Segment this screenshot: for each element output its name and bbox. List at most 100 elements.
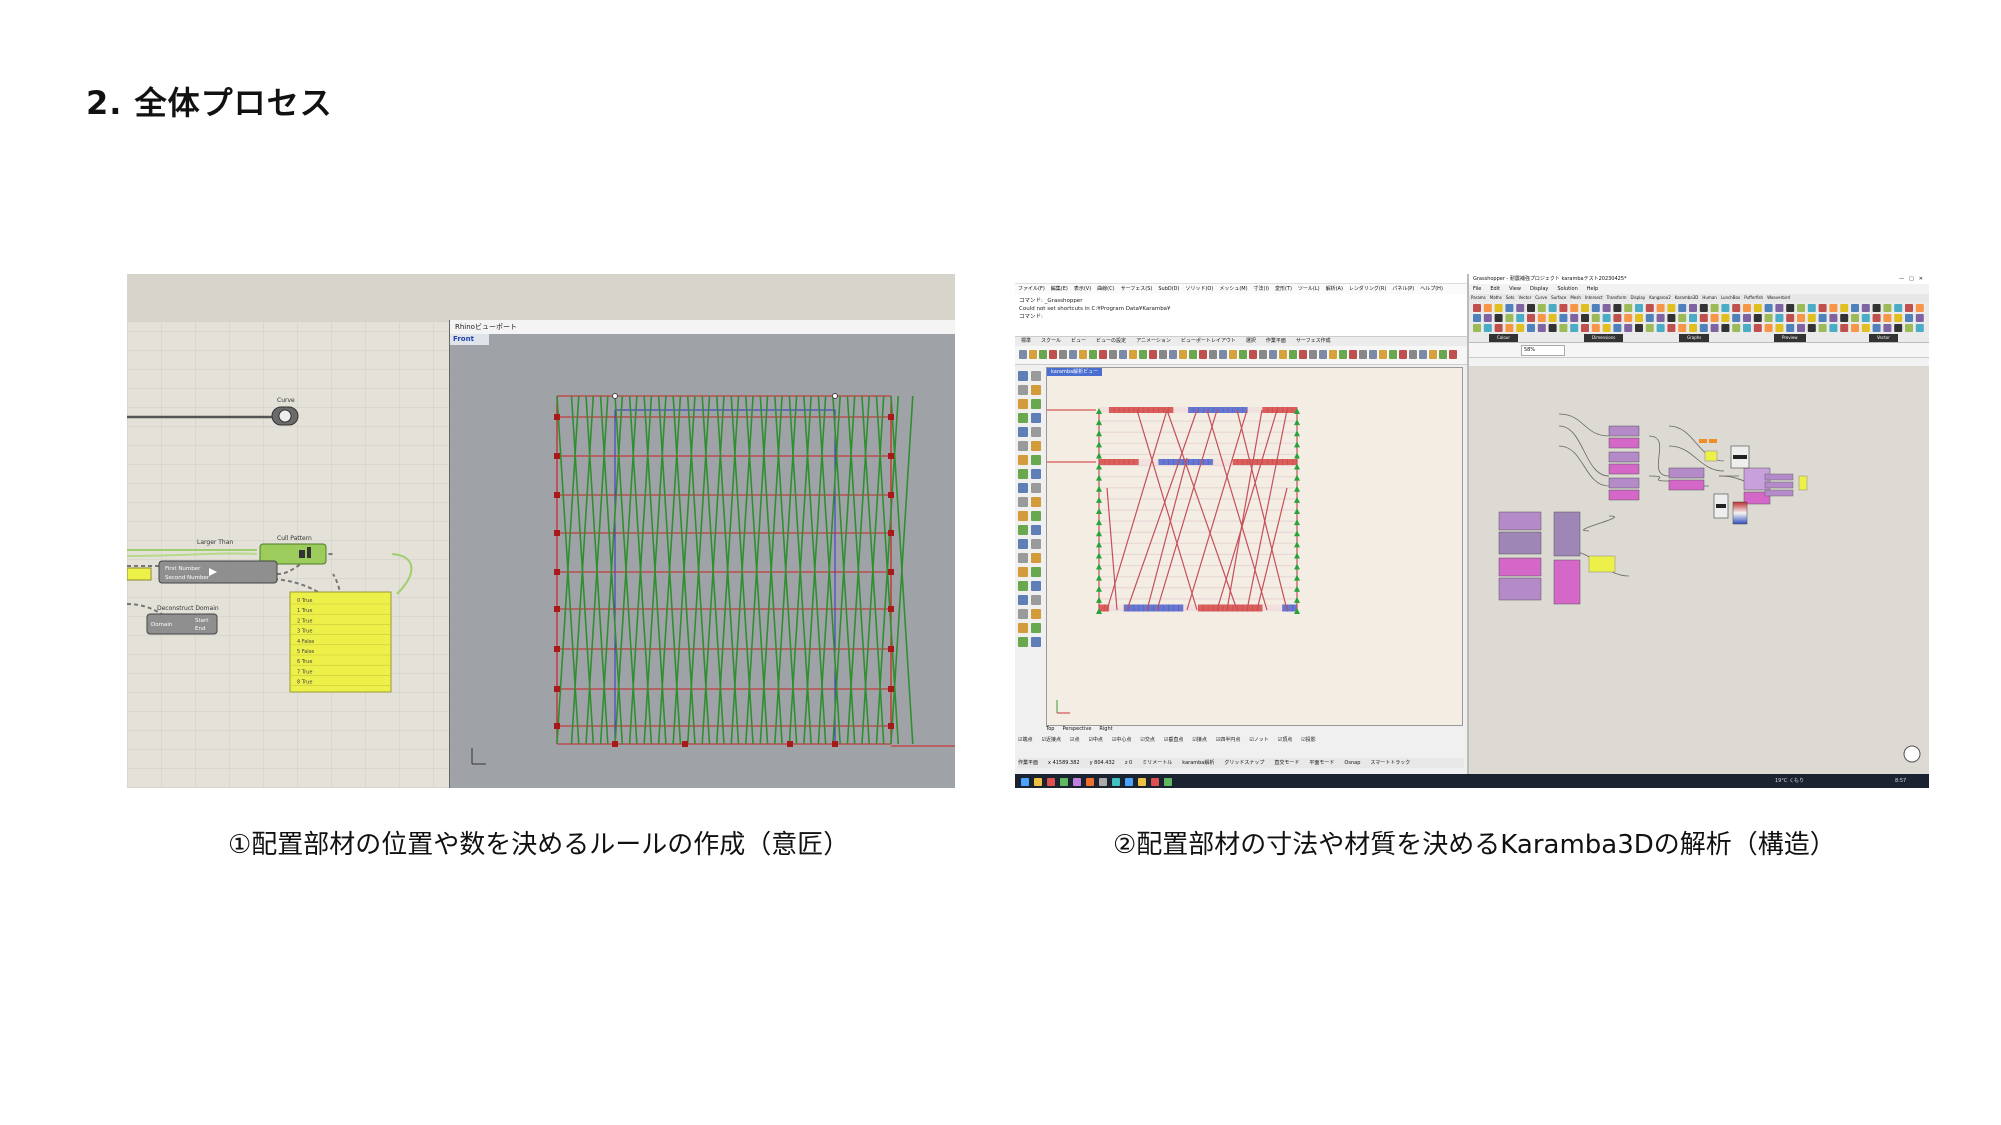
rhino-menu-item[interactable]: 編集(E) — [1051, 286, 1068, 292]
support-marker — [1294, 552, 1300, 559]
tool-icon — [1018, 385, 1028, 395]
gh-tab[interactable]: Params — [1471, 295, 1486, 300]
osnap-checkbox[interactable]: ☑近接点 — [1041, 737, 1060, 743]
rhino-toolbar-tab[interactable]: 選択 — [1246, 338, 1256, 344]
gh-component-icon — [1818, 324, 1827, 332]
gh-tab[interactable]: Mesh — [1570, 295, 1581, 300]
rhino-toolbar-tab[interactable]: ビューの設定 — [1096, 338, 1126, 344]
rhino-menu-item[interactable]: 解析(A) — [1326, 286, 1343, 292]
status-item[interactable]: 作業平面 — [1018, 760, 1038, 766]
osnap-checkbox[interactable]: ☑中点 — [1088, 737, 1102, 743]
gh-tab[interactable]: LunchBox — [1721, 295, 1740, 300]
gh-tab[interactable]: Display — [1630, 295, 1645, 300]
rhino-menu-item[interactable]: 表示(V) — [1074, 286, 1091, 292]
rhino-menu-item[interactable]: ソリッド(O) — [1185, 286, 1213, 292]
osnap-checkbox[interactable]: ☑投影 — [1301, 737, 1315, 743]
osnap-checkbox[interactable]: ☑四半円点 — [1216, 737, 1240, 743]
support-marker — [1096, 574, 1102, 581]
gh-component-ribbon: Colour Dimensions Graphs Preview Vector — [1469, 302, 1929, 343]
gh-component-icon — [1635, 314, 1643, 322]
gh-tab[interactable]: Pufferfish — [1744, 295, 1763, 300]
gh-tab[interactable]: Maths — [1490, 295, 1502, 300]
toolbar-icon — [1089, 350, 1097, 359]
gh-menu-item[interactable]: Solution — [1557, 286, 1577, 292]
gh-tab[interactable]: Kangaroo2 — [1649, 295, 1671, 300]
gh-tab[interactable]: Karamba3D — [1675, 295, 1699, 300]
viewport-tab[interactable]: Top — [1046, 726, 1054, 732]
rhino-menu-item[interactable]: レンダリング(R) — [1349, 286, 1386, 292]
gh-ribbon-group: Colour — [1489, 334, 1518, 342]
rhino-toolbar-tab[interactable]: スクール — [1041, 338, 1061, 344]
osnap-checkbox[interactable]: ☑頂点 — [1278, 737, 1292, 743]
status-item[interactable]: z 0 — [1125, 760, 1132, 766]
osnap-checkbox[interactable]: ☑点 — [1070, 737, 1079, 743]
osnap-checkbox[interactable]: ☑接点 — [1192, 737, 1206, 743]
gh-component-icon — [1905, 324, 1913, 332]
gh-component — [1498, 531, 1542, 555]
rhino-menu-item[interactable]: パネル(P) — [1392, 286, 1414, 292]
deconstruct-domain-node[interactable]: Deconstruct Domain Domain Start End — [146, 605, 219, 635]
osnap-checkbox[interactable]: ☑端点 — [1018, 737, 1032, 743]
gh-tab[interactable]: Intersect — [1585, 295, 1603, 300]
rhino-toolbar-tab[interactable]: ビュー — [1071, 338, 1086, 344]
gh-tab[interactable]: Curve — [1535, 295, 1547, 300]
status-item[interactable]: ミリメートル — [1142, 760, 1172, 766]
rhino-toolbar-tab[interactable]: サーフェス作成 — [1296, 338, 1331, 344]
viewport-tab[interactable]: Right — [1099, 726, 1112, 732]
output-panel[interactable]: 0 True 1 True 2 True 3 True 4 False 5 False 6 … — [289, 591, 392, 693]
tool-icon — [1018, 609, 1028, 619]
gh-component-icon — [1678, 324, 1687, 332]
gh-tab[interactable]: Transform — [1607, 295, 1627, 300]
gh-menu-item[interactable]: File — [1473, 286, 1481, 292]
rhino-menu-item[interactable]: 寸法(I) — [1254, 286, 1269, 292]
rhino-toolbar-tab[interactable]: 作業平面 — [1266, 338, 1286, 344]
gh-canvas[interactable] — [1469, 366, 1929, 774]
status-item[interactable]: y 804.432 — [1090, 760, 1115, 766]
status-item[interactable]: karamba解析 — [1182, 760, 1214, 766]
rhino-toolbar-tab[interactable]: アニメーション — [1136, 338, 1171, 344]
gh-menu-item[interactable]: Help — [1587, 286, 1598, 292]
viewport-tab[interactable]: Perspective — [1062, 726, 1091, 732]
rhino-menu-item[interactable]: メッシュ(M) — [1219, 286, 1247, 292]
gh-tab[interactable]: Vector — [1519, 295, 1532, 300]
rhino-menu-item[interactable]: ファイル(F) — [1018, 286, 1045, 292]
rhino-menu-item[interactable]: ツール(L) — [1298, 286, 1320, 292]
gh-menu-item[interactable]: Edit — [1490, 286, 1500, 292]
rhino-menu-item[interactable]: 変形(T) — [1275, 286, 1292, 292]
rhino-menu-item[interactable]: SubD(D) — [1158, 286, 1179, 292]
gh-tab[interactable]: Human — [1702, 295, 1716, 300]
taskbar-app-icon — [1112, 778, 1120, 786]
viewport-titlebar: Rhinoビューポート — [450, 320, 955, 334]
status-item[interactable]: スマートトラック — [1370, 760, 1410, 766]
rhino-menu-item[interactable]: 曲線(C) — [1097, 286, 1114, 292]
stress-segment — [1267, 604, 1273, 612]
status-item[interactable]: x 41589.382 — [1048, 760, 1080, 766]
gh-window-controls[interactable]: — □ ✕ — [1899, 274, 1923, 284]
status-item[interactable]: Osnap — [1344, 760, 1360, 766]
status-item[interactable]: 平面モード — [1309, 760, 1334, 766]
rhino-toolbar-tab[interactable]: 標準 — [1021, 338, 1031, 344]
gh-tab[interactable]: Surface — [1551, 295, 1566, 300]
status-item[interactable]: グリッドスナップ — [1224, 760, 1264, 766]
rhino-menu-item[interactable]: ヘルプ(H) — [1420, 286, 1443, 292]
gh-menu-item[interactable]: Display — [1530, 286, 1548, 292]
gh-tab[interactable]: Weaverbird — [1767, 295, 1790, 300]
status-item[interactable]: 直交モード — [1274, 760, 1299, 766]
number-param[interactable] — [127, 567, 152, 581]
toolbar-icon — [1319, 350, 1327, 359]
osnap-checkbox[interactable]: ☑垂直点 — [1164, 737, 1183, 743]
gh-component-icon — [1645, 314, 1654, 322]
osnap-checkbox[interactable]: ☑ノット — [1249, 737, 1268, 743]
gh-component-icon — [1613, 314, 1622, 322]
rhino-toolbar-tab[interactable]: ビューポートレイアウト — [1181, 338, 1236, 344]
gh-component-icon — [1527, 314, 1535, 322]
gh-zoom-field[interactable]: 58% — [1521, 345, 1565, 356]
rhino-viewport-window[interactable]: Rhinoビューポート Front — [449, 320, 955, 788]
osnap-checkbox[interactable]: ☑中心点 — [1112, 737, 1131, 743]
gh-menu-item[interactable]: View — [1509, 286, 1521, 292]
gh-tab[interactable]: Sets — [1506, 295, 1515, 300]
osnap-checkbox[interactable]: ☑交点 — [1140, 737, 1154, 743]
rhino-menu-item[interactable]: サーフェス(S) — [1121, 286, 1153, 292]
karamba-viewport[interactable]: karamba解析ビュー — [1046, 367, 1463, 726]
support-marker — [1096, 430, 1102, 437]
